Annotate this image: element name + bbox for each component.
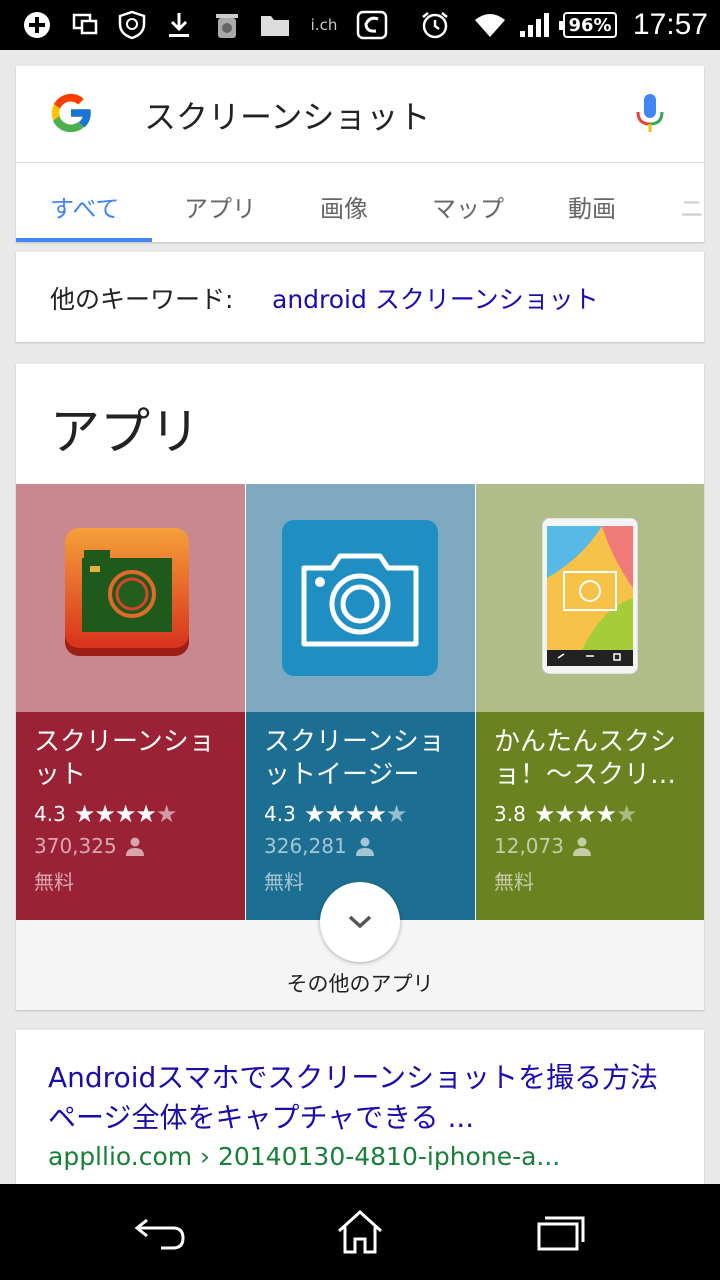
apps-section-title: アプリ (50, 403, 200, 461)
screen-mirror-icon (70, 10, 102, 40)
active-tab-indicator (16, 238, 152, 242)
app-price: 無料 (494, 870, 534, 894)
app-price: 無料 (264, 870, 304, 894)
status-bar: i.ch 96% 17:57 (0, 0, 720, 50)
app-downloads: 326,281 (264, 834, 375, 858)
star-rating-icon: ★★★★★ (303, 800, 408, 828)
tab-news[interactable]: ニ (680, 189, 704, 224)
camera-app-icon (282, 520, 438, 676)
download-icon (164, 10, 194, 40)
add-icon (22, 10, 52, 40)
related-keyword-link[interactable]: android スクリーンショット (272, 280, 599, 316)
app-name: スクリーンショットイージー (264, 727, 445, 790)
app-name: かんたんスクショ！～スクリ… (494, 727, 677, 790)
recent-apps-icon (537, 1216, 585, 1251)
app-price: 無料 (34, 870, 74, 894)
app-icon-area (16, 484, 245, 712)
apps-card: アプリ スクリーンショット 4.3 ★★★★★ 370,325 無料 スクリーン… (16, 364, 704, 1010)
more-apps-button[interactable] (320, 882, 400, 962)
search-tabs: すべて アプリ 画像 マップ 動画 ニ (16, 162, 704, 242)
browser-icon (354, 10, 390, 40)
cleaner-icon (212, 10, 242, 40)
signal-icon (516, 10, 552, 40)
star-rating-icon: ★★★★★ (73, 800, 178, 828)
person-icon (355, 837, 374, 856)
tab-apps[interactable]: アプリ (184, 189, 256, 224)
rating-value: 3.8 (494, 802, 526, 826)
folder-icon (258, 10, 292, 40)
camera-app-icon (65, 528, 189, 656)
download-count: 370,325 (34, 834, 117, 858)
rating-value: 4.3 (34, 802, 66, 826)
related-keywords-label: 他のキーワード: (50, 285, 234, 314)
more-apps-label[interactable]: その他のアプリ (16, 968, 704, 998)
related-keywords-card: 他のキーワード: android スクリーンショット (16, 252, 704, 342)
result-title-link[interactable]: Androidスマホでスクリーンショットを撮る方法 ページ全体をキャプチャできる… (48, 1058, 668, 1138)
carrier-label: i.ch (310, 16, 338, 34)
result-url[interactable]: appllio.com › 20140130-4810-iphone-a... (48, 1142, 560, 1171)
google-logo-icon[interactable] (46, 88, 96, 138)
search-query[interactable]: スクリーンショット (144, 92, 430, 138)
home-button[interactable] (330, 1206, 390, 1258)
search-card: スクリーンショット すべて アプリ 画像 マップ 動画 ニ (16, 66, 704, 242)
search-result-card: Androidスマホでスクリーンショットを撮る方法 ページ全体をキャプチャできる… (16, 1030, 704, 1186)
clock: 17:57 (632, 8, 708, 41)
app-icon-area (476, 484, 704, 712)
tab-maps[interactable]: マップ (432, 189, 504, 224)
app-icon-area (246, 484, 475, 712)
app-info: かんたんスクショ！～スクリ… 3.8 ★★★★★ 12,073 無料 (476, 712, 704, 920)
chevron-down-icon (348, 915, 372, 929)
download-count: 12,073 (494, 834, 564, 858)
wifi-icon (472, 10, 508, 40)
tab-videos[interactable]: 動画 (568, 189, 616, 224)
app-tile[interactable]: スクリーンショット 4.3 ★★★★★ 370,325 無料 (16, 484, 245, 920)
star-rating-icon: ★★★★★ (533, 800, 638, 828)
shield-icon (114, 10, 150, 40)
phone-screenshot-app-icon (542, 518, 638, 674)
app-downloads: 370,325 (34, 834, 145, 858)
home-icon (337, 1209, 383, 1254)
app-downloads: 12,073 (494, 834, 592, 858)
tab-images[interactable]: 画像 (320, 189, 368, 224)
alarm-icon (418, 10, 452, 40)
back-button[interactable] (130, 1206, 190, 1258)
app-rating: 4.3 ★★★★★ (34, 800, 178, 828)
app-rating: 3.8 ★★★★★ (494, 800, 638, 828)
navigation-bar (0, 1184, 720, 1280)
app-info: スクリーンショット 4.3 ★★★★★ 370,325 無料 (16, 712, 245, 920)
person-icon (572, 837, 591, 856)
mic-icon[interactable] (630, 90, 670, 138)
app-name: スクリーンショット (34, 727, 215, 790)
recent-apps-button[interactable] (530, 1206, 590, 1258)
rating-value: 4.3 (264, 802, 296, 826)
app-tile[interactable]: スクリーンショットイージー 4.3 ★★★★★ 326,281 無料 (246, 484, 475, 920)
app-rating: 4.3 ★★★★★ (264, 800, 408, 828)
download-count: 326,281 (264, 834, 347, 858)
app-tile[interactable]: かんたんスクショ！～スクリ… 3.8 ★★★★★ 12,073 無料 (476, 484, 704, 920)
back-icon (134, 1218, 185, 1250)
tab-all[interactable]: すべて (50, 189, 119, 224)
battery-indicator: 96% (559, 12, 617, 38)
person-icon (125, 837, 144, 856)
